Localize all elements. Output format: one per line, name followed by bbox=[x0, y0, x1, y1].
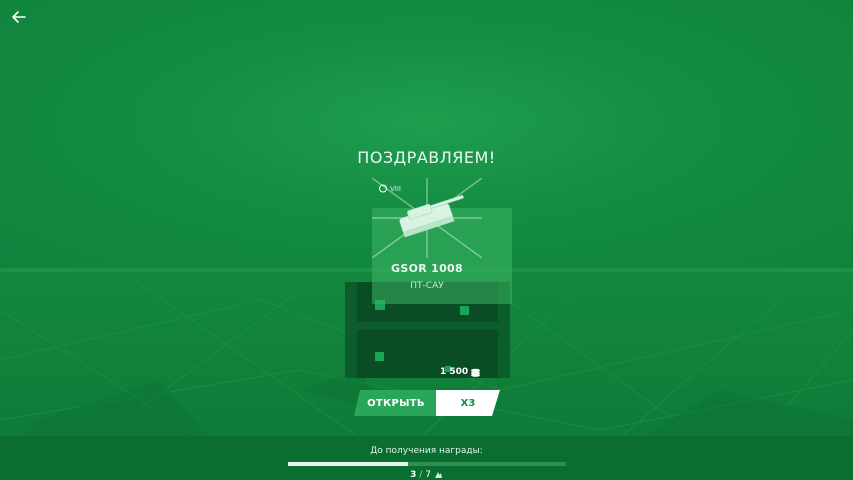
progress-separator: / bbox=[419, 470, 423, 480]
arrow-left-icon bbox=[12, 11, 26, 23]
progress-label: До получения награды: bbox=[370, 446, 483, 456]
vehicle-name: GSOR 1008 bbox=[391, 262, 463, 275]
silver-coins-icon bbox=[471, 368, 481, 377]
progress-bar bbox=[288, 462, 566, 466]
progress-current: 3 bbox=[410, 470, 417, 480]
reward-icon bbox=[434, 471, 442, 478]
price: 1 500 bbox=[440, 367, 481, 377]
progress-count: 3 / 7 bbox=[0, 470, 853, 480]
vehicle-class: ПТ-САУ bbox=[410, 281, 444, 291]
progress-fill bbox=[288, 462, 408, 466]
multiplier-button[interactable]: X3 bbox=[436, 390, 500, 416]
tier-label: VIII bbox=[390, 184, 401, 193]
congrats-title: ПОЗДРАВЛЯЕМ! bbox=[357, 148, 496, 167]
back-button[interactable] bbox=[8, 6, 30, 28]
tier-badge: VIII bbox=[378, 184, 401, 193]
price-value: 1 500 bbox=[440, 367, 469, 377]
open-button[interactable]: ОТКРЫТЬ bbox=[354, 390, 438, 416]
progress-total: 7 bbox=[425, 470, 431, 480]
nation-icon bbox=[379, 184, 387, 193]
